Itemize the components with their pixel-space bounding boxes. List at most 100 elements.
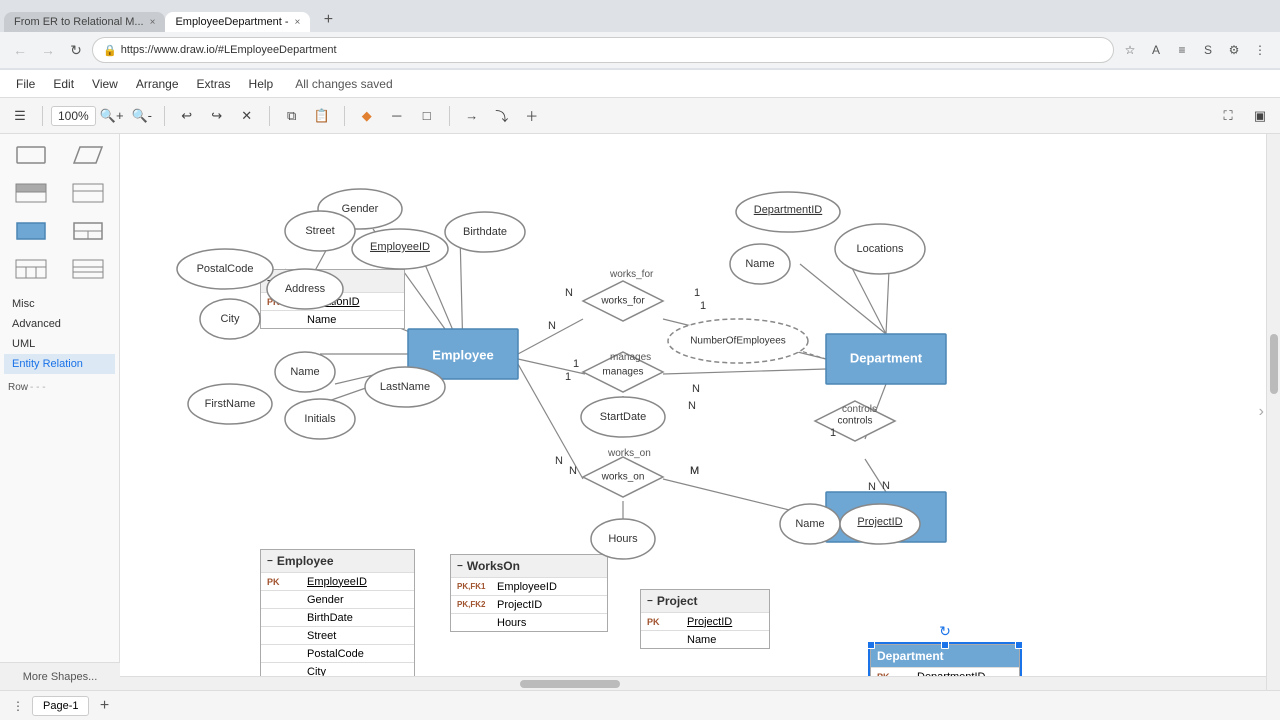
copy-button[interactable]: ⧉ — [278, 103, 306, 129]
menu-view[interactable]: View — [84, 74, 126, 94]
shape-rect[interactable] — [4, 138, 58, 172]
row-item[interactable]: Row - - - — [8, 382, 46, 393]
tab-2-title: EmployeeDepartment - — [175, 16, 288, 28]
address-bar[interactable]: 🔒 https://www.draw.io/#LEmployeeDepartme… — [92, 37, 1114, 63]
canvas-expand-right[interactable]: › — [1259, 403, 1264, 421]
sidebar-toggle-group: ☰ — [6, 103, 34, 129]
menu-file[interactable]: File — [8, 74, 43, 94]
shape-wide-split-preview — [70, 257, 106, 281]
er-diagram-svg: Employee Department Project Gender Posta… — [120, 134, 1266, 690]
sep-1 — [42, 106, 43, 126]
ext-3-icon[interactable]: S — [1196, 38, 1220, 62]
browser-toolbar-icons: ☆ A ≡ S ⚙ ⋮ — [1118, 38, 1272, 62]
back-button[interactable]: ← — [8, 38, 32, 62]
more-shapes-button[interactable]: More Shapes... — [0, 662, 120, 690]
fill-button[interactable]: ◆ — [353, 103, 381, 129]
menu-edit[interactable]: Edit — [45, 74, 82, 94]
card-n1: N — [565, 287, 573, 299]
ext-4-icon[interactable]: ⚙ — [1222, 38, 1246, 62]
horizontal-scrollbar[interactable] — [120, 676, 1266, 690]
line-button[interactable]: ─ — [383, 103, 411, 129]
card-m-workson: M — [690, 465, 699, 477]
shape-wide-split[interactable] — [62, 252, 116, 286]
panel-misc[interactable]: Misc — [4, 294, 115, 314]
svg-text:Gender: Gender — [342, 203, 379, 215]
shape-entity[interactable] — [4, 214, 58, 248]
browser-menu-icon[interactable]: ⋮ — [1248, 38, 1272, 62]
autosave-status: All changes saved — [295, 77, 392, 91]
shape-angled-rect[interactable] — [62, 138, 116, 172]
menu-arrange[interactable]: Arrange — [128, 74, 187, 94]
redo-button[interactable]: ↪ — [203, 103, 231, 129]
svg-text:ProjectID: ProjectID — [857, 516, 902, 528]
v-scroll-thumb[interactable] — [1270, 334, 1278, 394]
format-group: ◆ ─ □ — [353, 103, 441, 129]
shape-3col[interactable] — [4, 252, 58, 286]
h-scroll-thumb[interactable] — [520, 680, 620, 688]
svg-text:controls: controls — [837, 416, 872, 427]
sep-3 — [269, 106, 270, 126]
add-page-button[interactable]: + — [93, 695, 115, 717]
svg-text:Name: Name — [745, 258, 774, 270]
page-menu-button[interactable]: ⋮ — [8, 696, 28, 716]
canvas-area[interactable]: N 1 1 N 1 N N M — [120, 134, 1266, 690]
card-1-works-for: 1 — [694, 287, 700, 299]
svg-text:Name: Name — [795, 518, 824, 530]
shape-grid — [0, 134, 119, 290]
forward-button[interactable]: → — [36, 38, 60, 62]
panel-sections: Misc Advanced UML Entity Relation — [0, 290, 119, 378]
panel-uml[interactable]: UML — [4, 334, 115, 354]
add-button[interactable]: ＋ — [518, 103, 546, 129]
tab-1[interactable]: From ER to Relational M... × — [4, 12, 165, 32]
connector-group: → ⤵ ＋ — [458, 103, 546, 129]
tab-1-close[interactable]: × — [150, 17, 156, 28]
shape-split[interactable] — [62, 214, 116, 248]
menu-extras[interactable]: Extras — [189, 74, 239, 94]
svg-text:StartDate: StartDate — [600, 411, 646, 423]
ext-2-icon[interactable]: ≡ — [1170, 38, 1194, 62]
vertical-scrollbar[interactable] — [1266, 134, 1280, 690]
canvas-scroll: N 1 1 N 1 N N M — [120, 134, 1266, 690]
shape-entity-preview — [13, 219, 49, 243]
sep-2 — [164, 106, 165, 126]
svg-text:works_for: works_for — [600, 296, 645, 307]
zoom-out-button[interactable]: 🔍- — [128, 103, 156, 129]
panel-entity-relation[interactable]: Entity Relation — [4, 354, 115, 374]
connector-button[interactable]: → — [458, 103, 486, 129]
rect-button[interactable]: □ — [413, 103, 441, 129]
fullscreen-button[interactable]: ⛶ — [1214, 103, 1242, 129]
panel-toggle-button[interactable]: ▣ — [1246, 103, 1274, 129]
paste-button[interactable]: 📋 — [308, 103, 336, 129]
page-1-tab[interactable]: Page-1 — [32, 696, 89, 716]
shape-table1-preview — [13, 181, 49, 205]
svg-text:DepartmentID: DepartmentID — [754, 204, 823, 216]
shape-3col-preview — [13, 257, 49, 281]
svg-text:Street: Street — [305, 225, 334, 237]
delete-button[interactable]: ✕ — [233, 103, 261, 129]
tab-2-close[interactable]: × — [295, 17, 301, 28]
ext-1-icon[interactable]: A — [1144, 38, 1168, 62]
url-text: https://www.draw.io/#LEmployeeDepartment — [121, 44, 337, 56]
bookmark-icon[interactable]: ☆ — [1118, 38, 1142, 62]
shape-table2-preview — [70, 181, 106, 205]
panel-advanced[interactable]: Advanced — [4, 314, 115, 334]
refresh-button[interactable]: ↻ — [64, 38, 88, 62]
svg-text:Name: Name — [290, 366, 319, 378]
shape-table-2[interactable] — [62, 176, 116, 210]
waypoint-button[interactable]: ⤵ — [488, 103, 516, 129]
panel-misc-label: Misc — [12, 298, 35, 310]
row-area: Row - - - — [0, 378, 119, 397]
zoom-level[interactable]: 100% — [51, 106, 96, 126]
main-toolbar: ☰ 100% 🔍+ 🔍- ↩ ↪ ✕ ⧉ 📋 ◆ ─ □ → ⤵ ＋ ⛶ ▣ — [0, 98, 1280, 134]
label-manages: manages — [610, 352, 651, 363]
tab-2[interactable]: EmployeeDepartment - × — [165, 12, 310, 32]
undo-button[interactable]: ↩ — [173, 103, 201, 129]
new-tab-button[interactable]: + — [314, 8, 342, 32]
shape-table-1[interactable] — [4, 176, 58, 210]
zoom-in-button[interactable]: 🔍+ — [98, 103, 126, 129]
left-panel: Misc Advanced UML Entity Relation Row - … — [0, 134, 120, 720]
card-n-controls: N — [868, 481, 876, 493]
menu-help[interactable]: Help — [241, 74, 282, 94]
svg-text:EmployeeID: EmployeeID — [370, 241, 430, 253]
sidebar-toggle-button[interactable]: ☰ — [6, 103, 34, 129]
